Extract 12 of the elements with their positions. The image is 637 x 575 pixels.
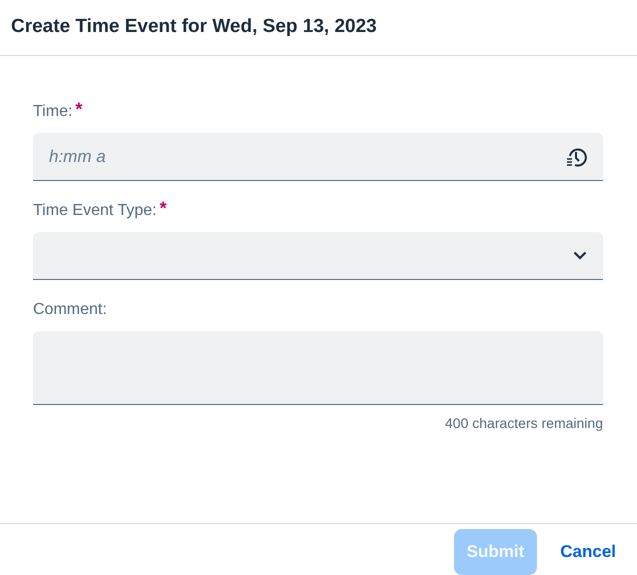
time-input-field[interactable]: h:mm a bbox=[33, 133, 603, 181]
chevron-down-icon[interactable] bbox=[573, 251, 587, 260]
required-mark: * bbox=[160, 199, 167, 217]
required-mark: * bbox=[75, 100, 82, 118]
field-label: Time: bbox=[33, 102, 72, 122]
cancel-button[interactable]: Cancel bbox=[547, 529, 629, 575]
field-label: Comment: bbox=[33, 300, 107, 320]
clock-history-icon[interactable] bbox=[565, 146, 587, 168]
dialog-title: Create Time Event for Wed, Sep 13, 2023 bbox=[11, 15, 377, 40]
character-counter: 400 characters remaining bbox=[445, 414, 603, 433]
event-type-select[interactable] bbox=[33, 232, 603, 280]
field-label: Time Event Type: bbox=[33, 201, 157, 221]
